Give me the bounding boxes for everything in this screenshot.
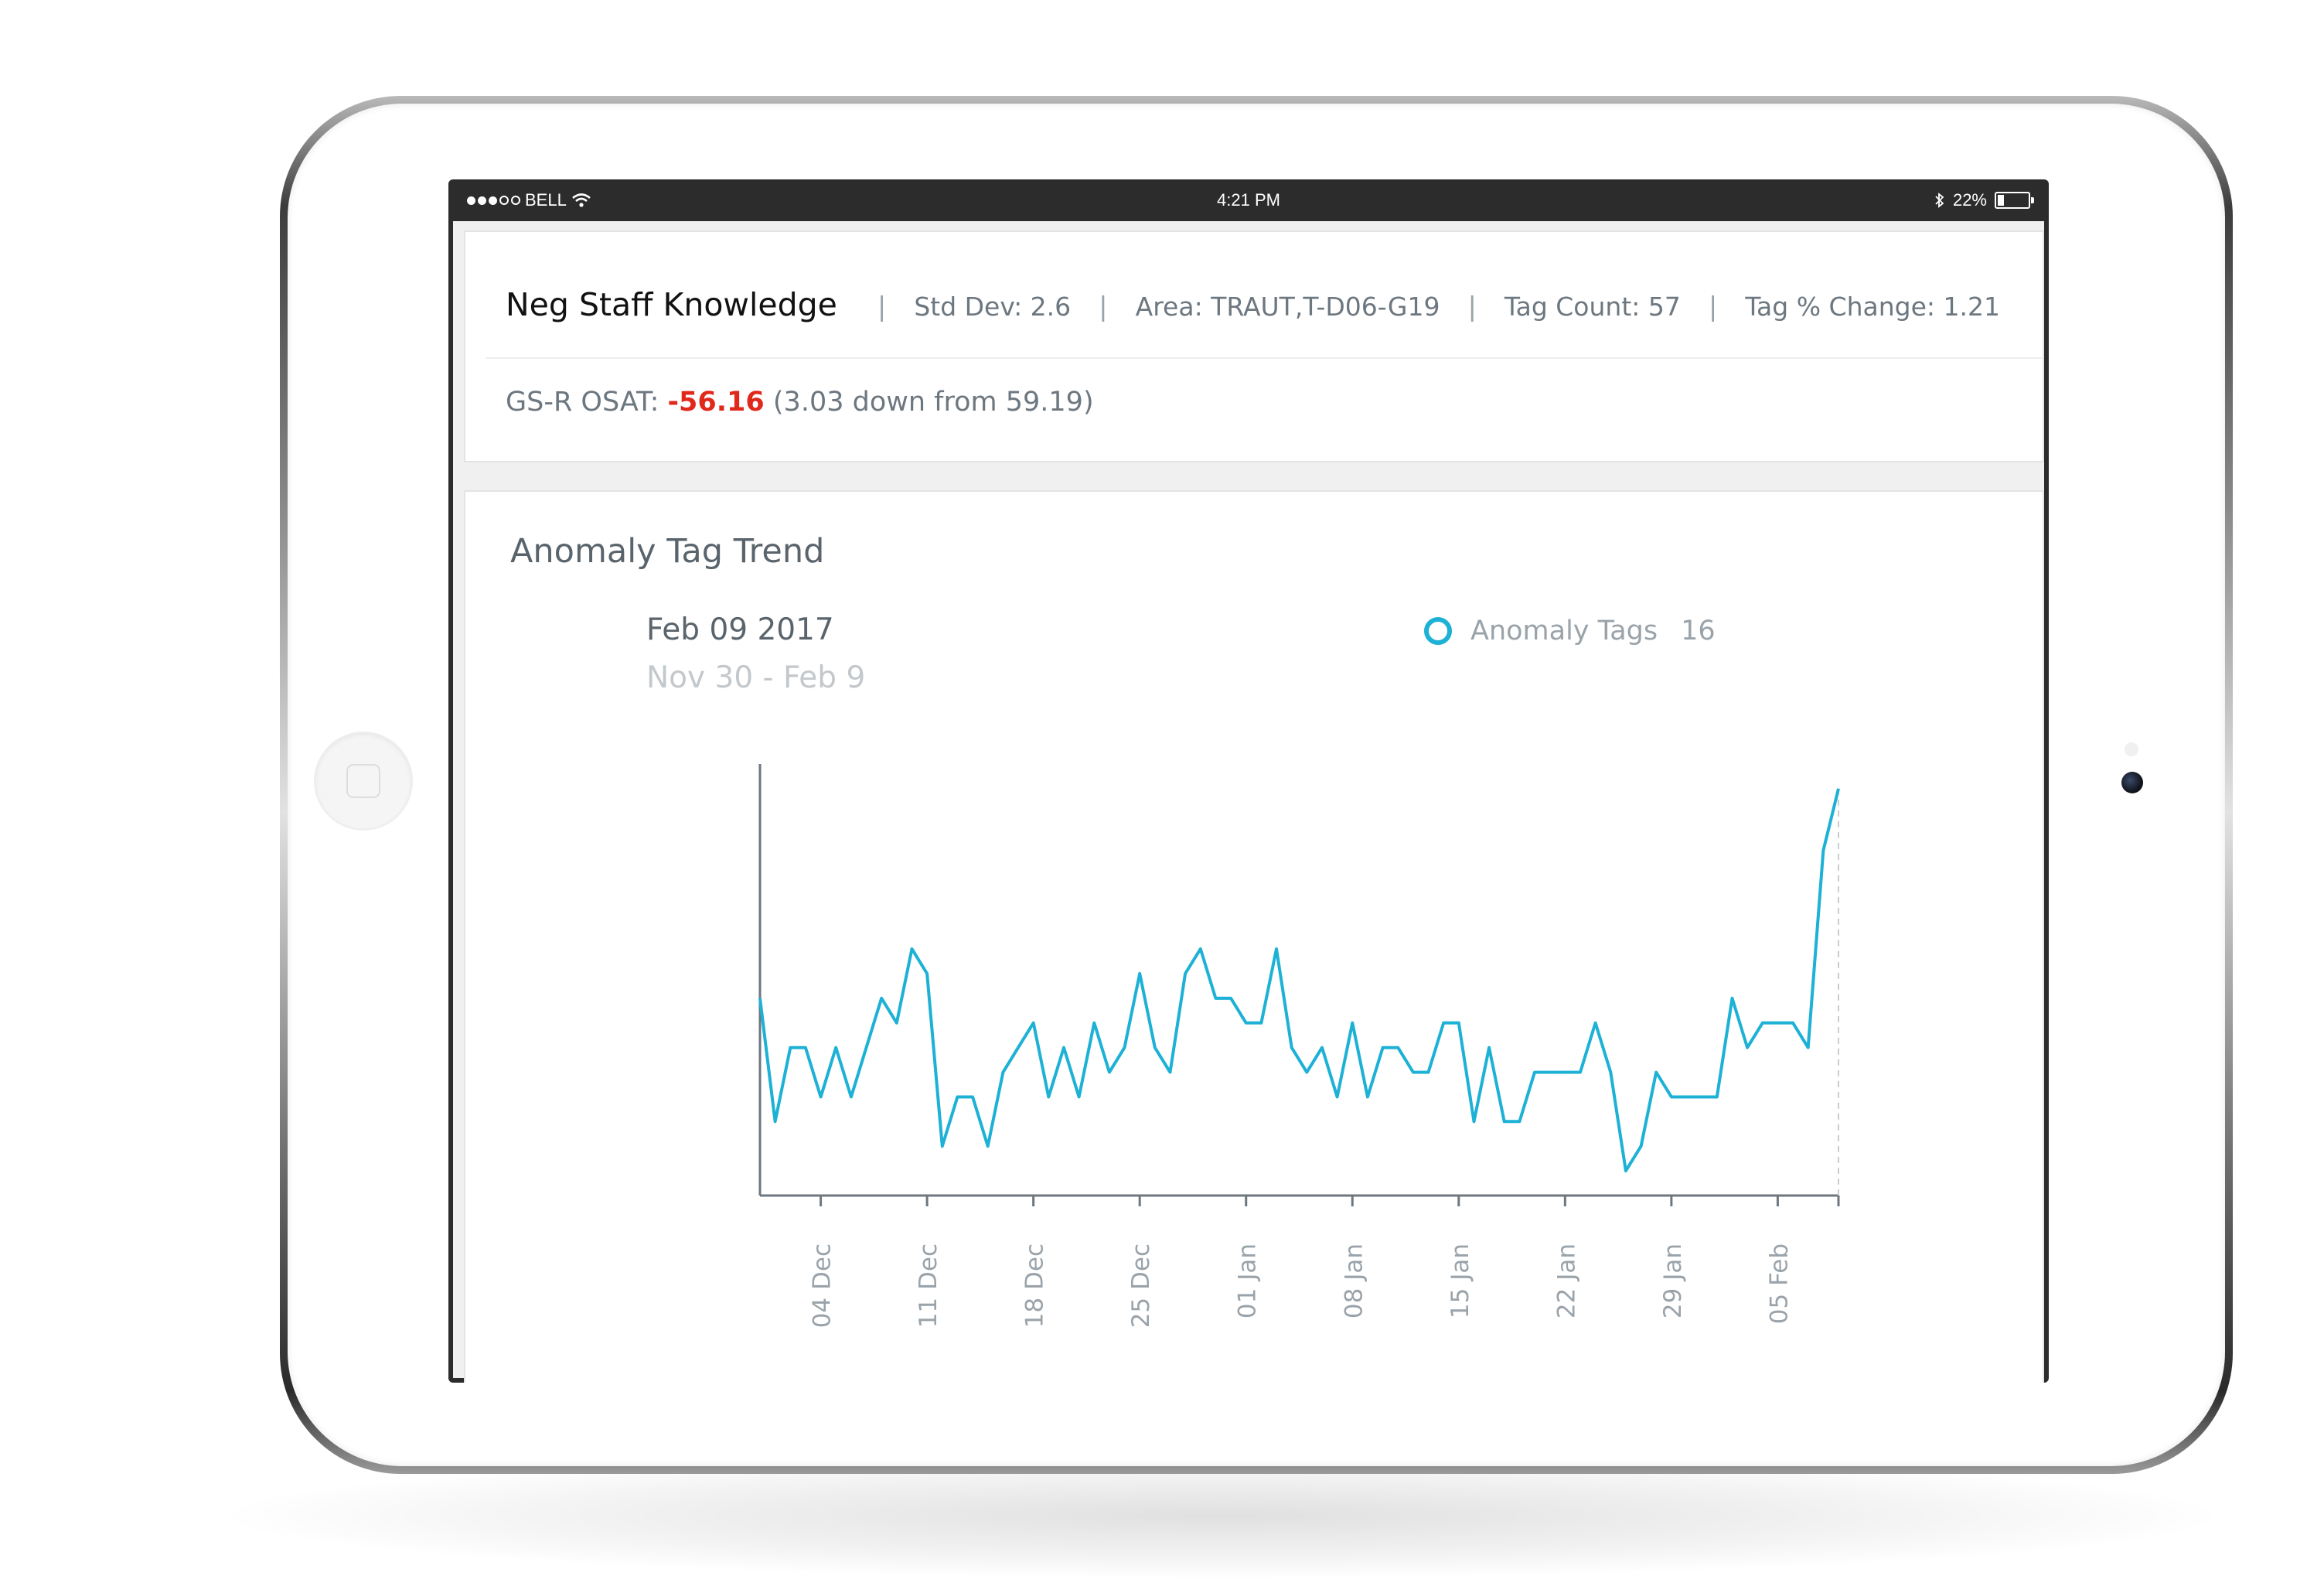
area-stat: Area: TRAUT,T-D06-G19 [1135, 292, 1440, 322]
header-separator: | [1099, 292, 1108, 322]
summary-header-row: Neg Staff Knowledge | Std Dev: 2.6 | Are… [506, 286, 2000, 323]
series-line-anomaly-tags [758, 788, 1840, 1173]
x-tick-label: 15 Jan [1447, 1243, 1474, 1318]
app-content: Neg Staff Knowledge | Std Dev: 2.6 | Are… [453, 221, 2044, 1383]
summary-card: Neg Staff Knowledge | Std Dev: 2.6 | Are… [464, 230, 2044, 462]
trend-card: Anomaly Tag Trend Feb 09 2017 Nov 30 - F… [464, 490, 2044, 1383]
tag-change-stat: Tag % Change: 1.21 [1745, 292, 2000, 322]
page-title: Neg Staff Knowledge [506, 286, 837, 323]
header-separator: | [1467, 292, 1477, 322]
battery-percent: 22% [1952, 190, 1987, 210]
front-camera [2121, 772, 2143, 793]
status-right: 22% [1934, 190, 2034, 210]
summary-divider [486, 357, 2043, 359]
x-tick-label: 18 Dec [1021, 1243, 1049, 1328]
header-separator: | [1708, 292, 1718, 322]
battery-icon [1995, 192, 2034, 209]
header-separator: | [877, 292, 887, 322]
x-tick-label: 29 Jan [1659, 1243, 1687, 1318]
x-tick-label: 08 Jan [1340, 1243, 1368, 1318]
x-tick-label: 25 Dec [1127, 1243, 1155, 1328]
bluetooth-icon [1935, 193, 1944, 208]
status-bar: BELL 4:21 PM 22% [448, 179, 2049, 221]
ambient-sensor [2125, 742, 2138, 756]
x-tick-label: 01 Jan [1234, 1243, 1262, 1318]
battery-fill [1998, 195, 2005, 206]
battery-tip [2031, 197, 2034, 203]
status-time: 4:21 PM [1217, 190, 1280, 210]
home-square-icon [346, 764, 380, 798]
osat-label: GS-R OSAT: [506, 387, 659, 418]
std-dev-stat: Std Dev: 2.6 [914, 292, 1072, 322]
x-tick-label: 04 Dec [809, 1243, 837, 1328]
osat-detail: (3.03 down from 59.19) [772, 387, 1094, 418]
tablet-screen: BELL 4:21 PM 22% Neg Staff Knowledge | S… [448, 179, 2049, 1383]
anomaly-trend-chart[interactable]: 04 Dec 11 Dec 18 Dec 25 Dec 01 Jan 08 Jan 15 J… [465, 492, 2043, 1383]
home-button[interactable] [315, 733, 411, 829]
x-tick-label: 05 Feb [1765, 1243, 1793, 1324]
osat-value: -56.16 [667, 387, 765, 418]
x-tick-label: 11 Dec [915, 1243, 942, 1328]
tag-count-stat: Tag Count: 57 [1504, 292, 1681, 322]
osat-row: GS-R OSAT: -56.16 (3.03 down from 59.19) [506, 387, 1094, 418]
x-tick-label: 22 Jan [1552, 1243, 1580, 1318]
